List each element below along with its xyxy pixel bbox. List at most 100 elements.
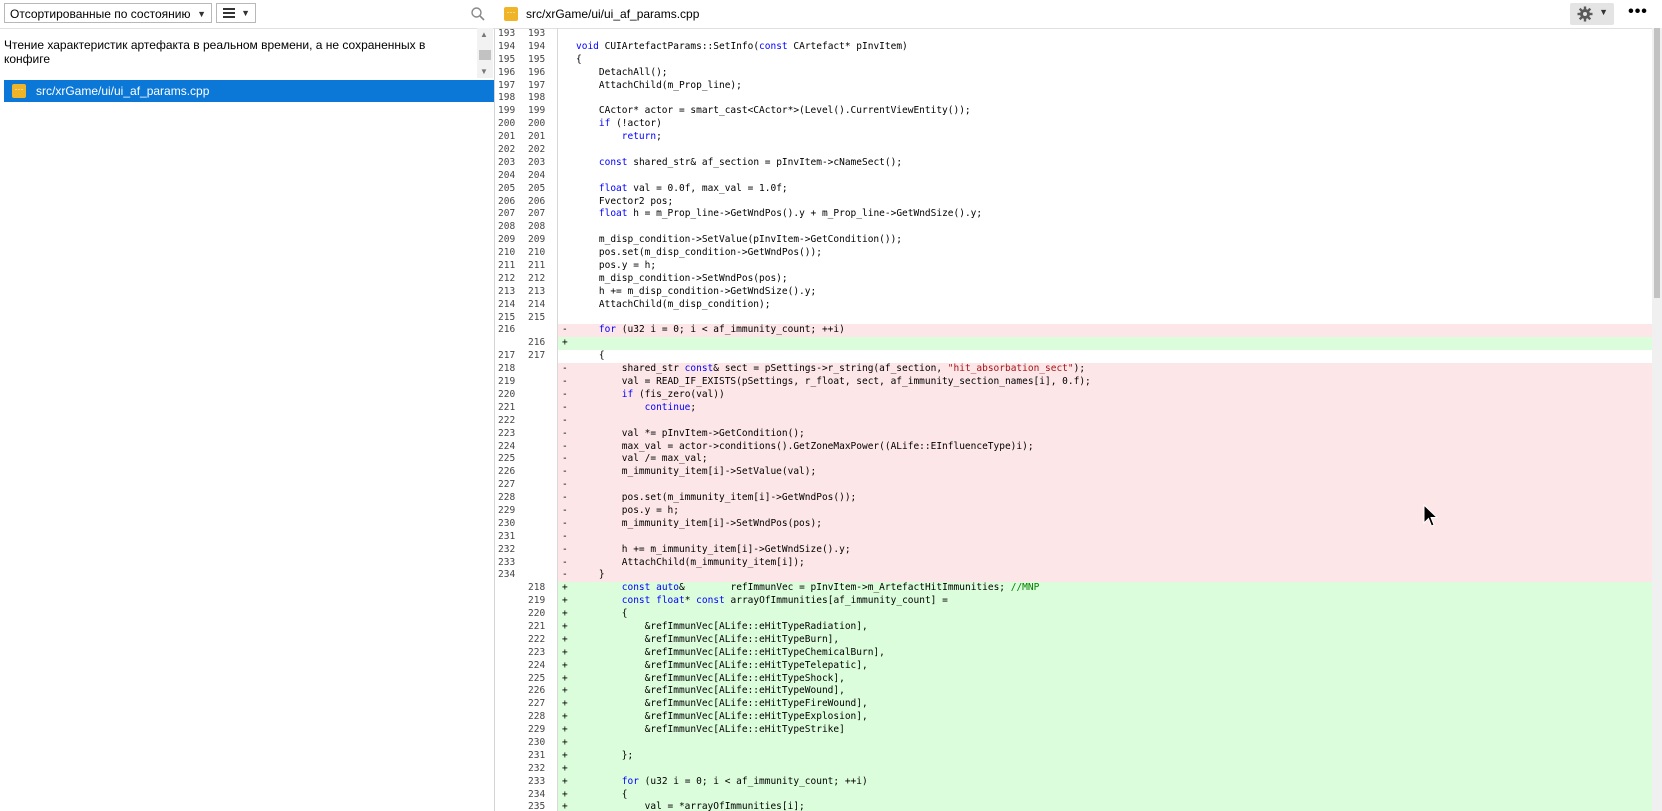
code-text: m_disp_condition->SetValue(pInvItem->Get… bbox=[576, 234, 903, 246]
scrollbar-thumb[interactable] bbox=[1654, 28, 1660, 298]
code-text: &refImmunVec[ALife::eHitTypeFireWound], bbox=[576, 698, 868, 710]
scrollbar-thumb[interactable] bbox=[479, 50, 491, 60]
diff-line-body: m_disp_condition->SetWndPos(pos); bbox=[558, 273, 1652, 286]
diff-line-deleted[interactable]: 218 - shared_str const& sect = pSettings-… bbox=[494, 363, 1652, 377]
diff-line-body: { bbox=[558, 350, 1652, 363]
view-mode-button[interactable]: ▼ bbox=[216, 3, 256, 23]
settings-button[interactable]: ▼ bbox=[1570, 3, 1614, 25]
old-line-number: 210 bbox=[498, 247, 516, 259]
diff-line[interactable]: 214 214 AttachChild(m_disp_condition); bbox=[494, 298, 1652, 312]
diff-line-deleted[interactable]: 221 - continue; bbox=[494, 401, 1652, 415]
diff-line[interactable]: 210 210 pos.set(m_disp_condition->GetWndP… bbox=[494, 247, 1652, 261]
diff-line[interactable]: 199 199 CActor* actor = smart_cast<CActor… bbox=[494, 105, 1652, 119]
diff-line[interactable]: 217 217 { bbox=[494, 350, 1652, 364]
diff-line-deleted[interactable]: 232 - h += m_immunity_item[i]->GetWndSize… bbox=[494, 543, 1652, 557]
diff-line-added[interactable]: 228 + &refImmunVec[ALife::eHitTypeExplosi… bbox=[494, 711, 1652, 725]
code-text: for (u32 i = 0; i < af_immunity_count; +… bbox=[621, 775, 868, 787]
diff-line-body bbox=[558, 144, 1652, 157]
diff-line-deleted[interactable]: 225 - val /= max_val; bbox=[494, 453, 1652, 467]
diff-line-deleted[interactable]: 223 - val *= pInvItem->GetCondition(); bbox=[494, 427, 1652, 441]
diff-line-deleted[interactable]: 230 - m_immunity_item[i]->SetWndPos(pos); bbox=[494, 517, 1652, 531]
diff-marker: + bbox=[562, 724, 568, 736]
diff-line-added[interactable]: 235 + val = *arrayOfImmunities[i]; bbox=[494, 801, 1652, 811]
diff-code-view[interactable]: 193 193 194 194 void CUIArtefactParams::SetI… bbox=[494, 28, 1652, 811]
diff-line-added[interactable]: 233 + for (u32 i = 0; i < af_immunity_cou… bbox=[494, 775, 1652, 789]
diff-line[interactable]: 211 211 pos.y = h; bbox=[494, 260, 1652, 273]
diff-line[interactable]: 193 193 bbox=[494, 28, 1652, 41]
diff-marker: + bbox=[562, 788, 568, 800]
diff-line[interactable]: 204 204 bbox=[494, 169, 1652, 183]
scroll-down-icon[interactable]: ▼ bbox=[480, 67, 488, 76]
diff-line-added[interactable]: 219 + const float* const arrayOfImmunitie… bbox=[494, 595, 1652, 609]
new-line-number: 216 bbox=[528, 337, 546, 349]
diff-line-deleted[interactable]: 231 - bbox=[494, 530, 1652, 544]
diff-line[interactable]: 197 197 AttachChild(m_Prop_line); bbox=[494, 79, 1652, 93]
diff-line-added[interactable]: 229 + &refImmunVec[ALife::eHitTypeStrike] bbox=[494, 724, 1652, 737]
new-line-number: 209 bbox=[528, 234, 546, 246]
code-text: pos.y = h; bbox=[576, 504, 679, 516]
diff-line[interactable]: 207 207 float h = m_Prop_line->GetWndPos(… bbox=[494, 208, 1652, 222]
diff-line-added[interactable]: 216 + bbox=[494, 337, 1652, 351]
commit-message-scrollbar[interactable]: ▲ ▼ bbox=[477, 28, 493, 78]
diff-panel: ⋯ src/xrGame/ui/ui_af_params.cpp ▼ ••• 1… bbox=[494, 0, 1662, 811]
old-line-number: 197 bbox=[498, 79, 516, 91]
diff-marker: - bbox=[562, 401, 568, 413]
diff-line-added[interactable]: 226 + &refImmunVec[ALife::eHitTypeWound], bbox=[494, 685, 1652, 699]
changed-file-row[interactable]: ⋯ src/xrGame/ui/ui_af_params.cpp bbox=[4, 80, 494, 102]
new-line-number: 211 bbox=[528, 260, 546, 272]
diff-line-added[interactable]: 223 + &refImmunVec[ALife::eHitTypeChemica… bbox=[494, 646, 1652, 660]
code-text: continue; bbox=[644, 401, 697, 413]
diff-line-deleted[interactable]: 224 - max_val = actor->conditions().GetZo… bbox=[494, 440, 1652, 454]
diff-line[interactable]: 215 215 bbox=[494, 311, 1652, 325]
diff-line-deleted[interactable]: 233 - AttachChild(m_immunity_item[i]); bbox=[494, 556, 1652, 570]
diff-line[interactable]: 200 200 if (!actor) bbox=[494, 118, 1652, 132]
code-text: pos.y = h; bbox=[576, 260, 657, 272]
diff-line-added[interactable]: 230 + bbox=[494, 736, 1652, 750]
diff-line[interactable]: 205 205 float val = 0.0f, max_val = 1.0f; bbox=[494, 182, 1652, 196]
sort-select[interactable]: Отсортированные по состоянию ▼ bbox=[4, 3, 212, 23]
diff-line[interactable]: 202 202 bbox=[494, 144, 1652, 157]
diff-line-added[interactable]: 221 + &refImmunVec[ALife::eHitTypeRadiati… bbox=[494, 620, 1652, 634]
diff-line-added[interactable]: 234 + { bbox=[494, 788, 1652, 802]
diff-line-deleted[interactable]: 220 - if (fis_zero(val)) bbox=[494, 388, 1652, 402]
new-line-number: 232 bbox=[528, 762, 546, 774]
diff-line[interactable]: 203 203 const shared_str& af_section = pI… bbox=[494, 156, 1652, 170]
diff-line[interactable]: 198 198 bbox=[494, 92, 1652, 106]
search-icon[interactable] bbox=[470, 6, 486, 22]
code-text: { bbox=[576, 350, 605, 362]
diff-line[interactable]: 212 212 m_disp_condition->SetWndPos(pos); bbox=[494, 272, 1652, 286]
diff-line-deleted[interactable]: 228 - pos.set(m_immunity_item[i]->GetWndP… bbox=[494, 492, 1652, 505]
diff-line-deleted[interactable]: 219 - val = READ_IF_EXISTS(pSettings, r_f… bbox=[494, 376, 1652, 389]
diff-marker: - bbox=[562, 414, 568, 426]
old-line-number: 199 bbox=[498, 105, 516, 117]
diff-line[interactable]: 194 194 void CUIArtefactParams::SetInfo(co… bbox=[494, 40, 1652, 54]
more-options-button[interactable]: ••• bbox=[1622, 3, 1654, 25]
diff-line-deleted[interactable]: 229 - pos.y = h; bbox=[494, 504, 1652, 518]
diff-line[interactable]: 196 196 DetachAll(); bbox=[494, 66, 1652, 80]
old-line-number: 234 bbox=[498, 569, 516, 581]
diff-line-added[interactable]: 218 + const auto& refImmunVec = pInvItem-… bbox=[494, 582, 1652, 596]
diff-scrollbar[interactable] bbox=[1652, 28, 1662, 811]
diff-line-body: + const auto& refImmunVec = pInvItem->m_… bbox=[558, 582, 1652, 596]
old-line-number: 213 bbox=[498, 285, 516, 297]
diff-line-added[interactable]: 231 + }; bbox=[494, 749, 1652, 763]
diff-line[interactable]: 206 206 Fvector2 pos; bbox=[494, 195, 1652, 209]
diff-line-deleted[interactable]: 226 - m_immunity_item[i]->SetValue(val); bbox=[494, 466, 1652, 480]
diff-line[interactable]: 209 209 m_disp_condition->SetValue(pInvIt… bbox=[494, 234, 1652, 248]
scroll-up-icon[interactable]: ▲ bbox=[480, 30, 488, 39]
diff-line[interactable]: 213 213 h += m_disp_condition->GetWndSize… bbox=[494, 285, 1652, 299]
diff-line-added[interactable]: 220 + { bbox=[494, 608, 1652, 621]
diff-line[interactable]: 195 195 { bbox=[494, 53, 1652, 67]
diff-line-added[interactable]: 227 + &refImmunVec[ALife::eHitTypeFireWou… bbox=[494, 698, 1652, 712]
diff-line-body: + &refImmunVec[ALife::eHitTypeShock], bbox=[558, 672, 1652, 686]
diff-line-deleted[interactable]: 227 - bbox=[494, 479, 1652, 493]
diff-line-deleted[interactable]: 234 - } bbox=[494, 569, 1652, 583]
diff-line[interactable]: 208 208 bbox=[494, 221, 1652, 235]
diff-line-added[interactable]: 232 + bbox=[494, 762, 1652, 776]
diff-line-deleted[interactable]: 216 - for (u32 i = 0; i < af_immunity_cou… bbox=[494, 324, 1652, 338]
diff-line-added[interactable]: 225 + &refImmunVec[ALife::eHitTypeShock], bbox=[494, 672, 1652, 686]
diff-line-added[interactable]: 224 + &refImmunVec[ALife::eHitTypeTelepat… bbox=[494, 659, 1652, 673]
diff-line-deleted[interactable]: 222 - bbox=[494, 414, 1652, 428]
diff-line-added[interactable]: 222 + &refImmunVec[ALife::eHitTypeBurn], bbox=[494, 633, 1652, 647]
diff-line[interactable]: 201 201 return; bbox=[494, 131, 1652, 145]
